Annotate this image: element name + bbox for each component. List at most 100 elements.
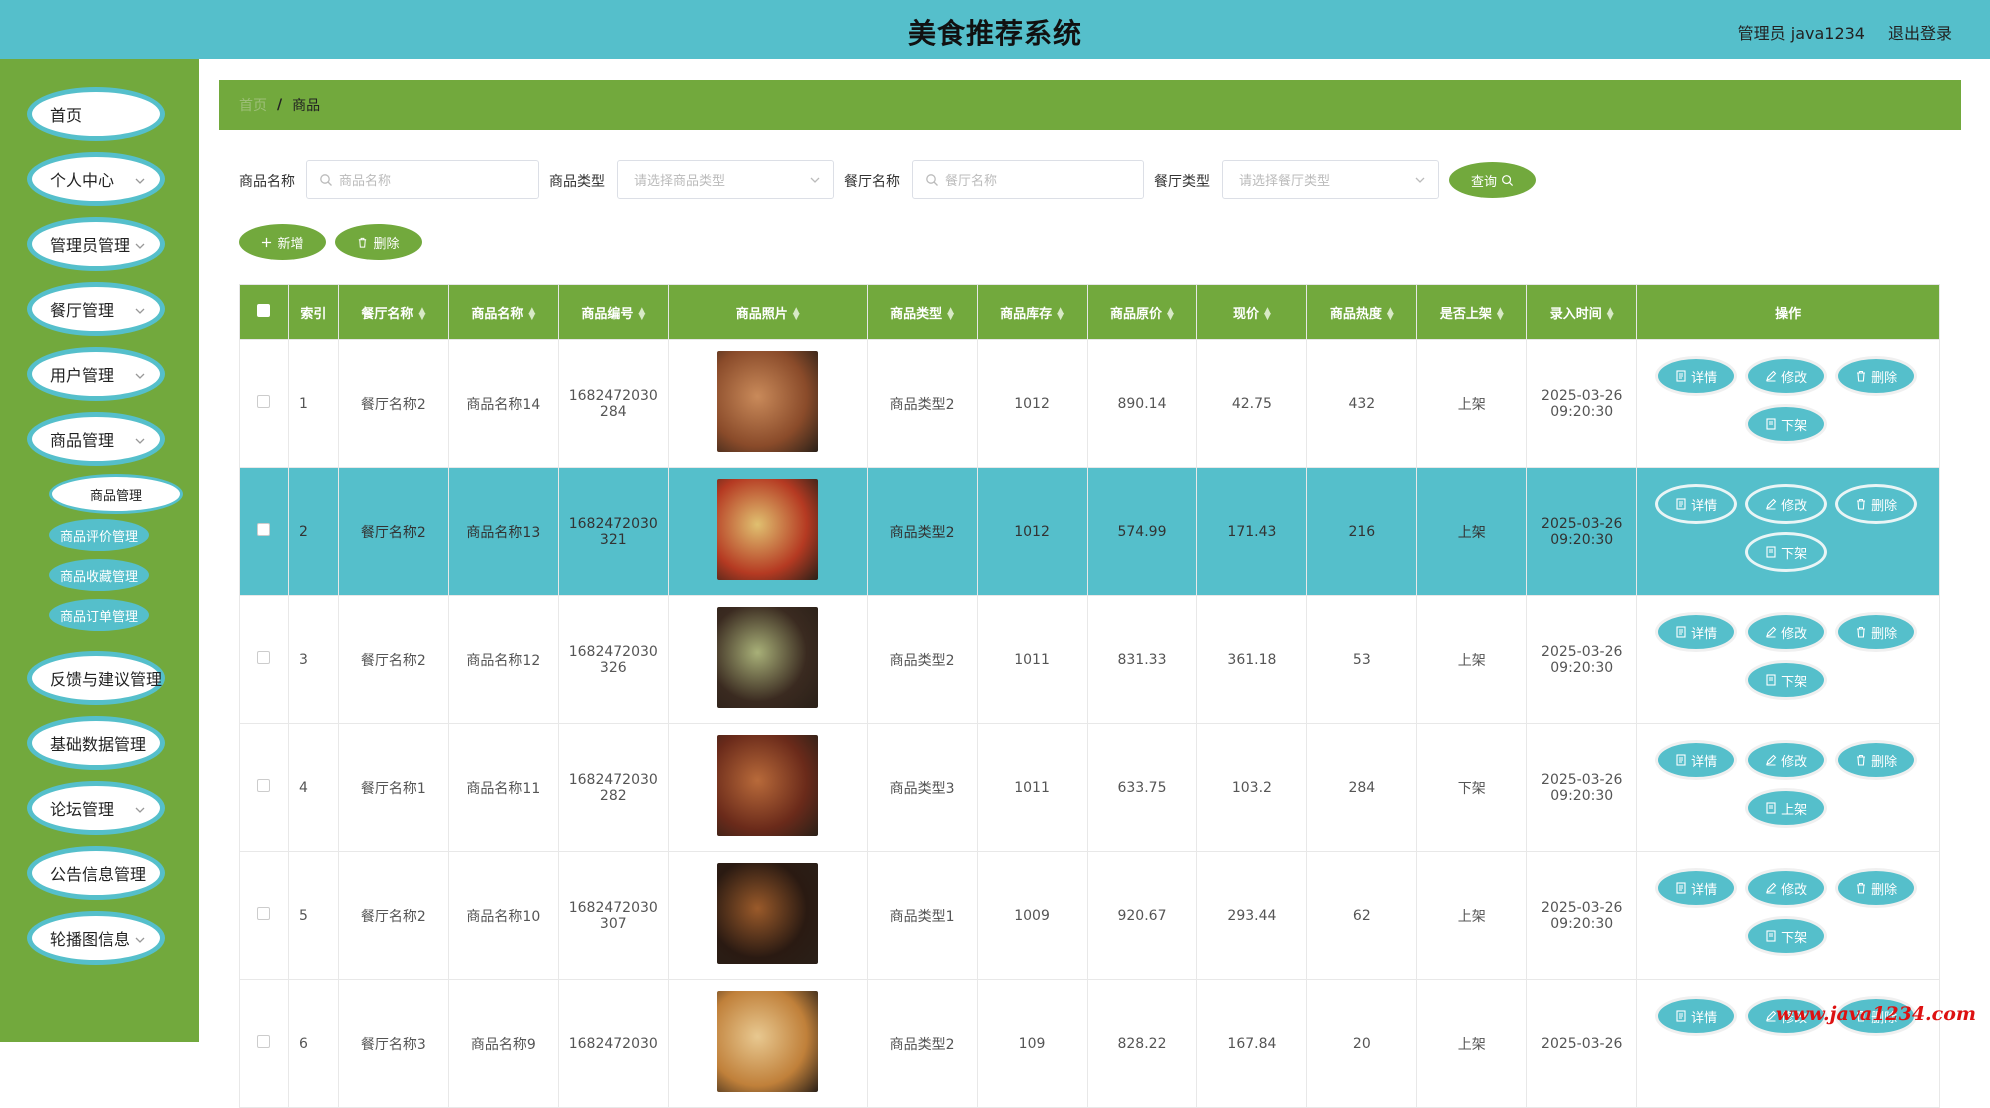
delete-button[interactable]: 删除: [1835, 356, 1918, 396]
sidebar-item-admin[interactable]: 管理员管理: [27, 217, 165, 271]
row-select-cell[interactable]: [239, 851, 289, 980]
delete-button[interactable]: 删除: [1835, 740, 1918, 780]
table-row[interactable]: 6 餐厅名称3 商品名称9 1682472030 商品类型2 109 828.22 167.8…: [239, 979, 1940, 1108]
cell-heat-text: 432: [1348, 395, 1376, 412]
sort-icon[interactable]: ▲ ▼: [1387, 307, 1394, 322]
cell-index-text: 4: [298, 779, 308, 796]
delete-button[interactable]: 删除: [1835, 612, 1918, 652]
goods-name-input[interactable]: 商品名称: [306, 160, 539, 199]
cell-price-text: 171.43: [1227, 523, 1277, 540]
sidebar-item-basic-data[interactable]: 基础数据管理: [27, 716, 165, 770]
detail-button[interactable]: 详情: [1655, 868, 1738, 908]
sidebar-item-notice[interactable]: 公告信息管理: [27, 846, 165, 900]
edit-button[interactable]: 修改: [1745, 612, 1828, 652]
cell-actions: 详情 修改 删除 上架: [1636, 723, 1940, 852]
detail-button-label: 详情: [1691, 1010, 1718, 1026]
row-select-cell[interactable]: [239, 979, 289, 1108]
col-header-created[interactable]: 录入时间 ▲ ▼: [1526, 284, 1638, 340]
sidebar-sub-goods-review[interactable]: 商品评价管理: [49, 519, 149, 551]
add-button[interactable]: 新增: [239, 224, 326, 260]
col-header-original-price[interactable]: 商品原价 ▲ ▼: [1086, 284, 1198, 340]
detail-button[interactable]: 详情: [1655, 484, 1738, 524]
row-checkbox[interactable]: [257, 651, 271, 664]
delete-button[interactable]: 删除: [1835, 484, 1918, 524]
col-header-heat[interactable]: 商品热度 ▲ ▼: [1306, 284, 1418, 340]
table-row[interactable]: 1 餐厅名称2 商品名称14 1682472030 284 商品类型2 1012 890.14…: [239, 339, 1940, 468]
sort-icon[interactable]: ▲ ▼: [528, 307, 535, 322]
listing-toggle-button[interactable]: 下架: [1745, 660, 1828, 700]
col-header-listed[interactable]: 是否上架 ▲ ▼: [1416, 284, 1528, 340]
table-row[interactable]: 5 餐厅名称2 商品名称10 1682472030 307 商品类型1 1009 920.67…: [239, 851, 1940, 980]
logout-link[interactable]: 退出登录: [1888, 20, 1952, 44]
batch-delete-button[interactable]: 删除: [335, 224, 422, 260]
row-select-cell[interactable]: [239, 595, 289, 724]
sidebar-sub-goods-favorite[interactable]: 商品收藏管理: [49, 559, 149, 591]
delete-button[interactable]: 删除: [1835, 868, 1918, 908]
sidebar-item-users[interactable]: 用户管理: [27, 347, 165, 401]
restaurant-name-input[interactable]: 餐厅名称: [912, 160, 1144, 199]
edit-icon: [1766, 626, 1777, 638]
row-checkbox[interactable]: [257, 907, 271, 920]
select-all-header[interactable]: [239, 284, 289, 340]
detail-button[interactable]: 详情: [1655, 996, 1738, 1036]
restaurant-type-select[interactable]: 请选择餐厅类型: [1222, 160, 1439, 199]
sidebar-item-home[interactable]: 首页: [27, 87, 165, 141]
row-select-cell[interactable]: [239, 339, 289, 468]
listing-toggle-button[interactable]: 下架: [1745, 404, 1828, 444]
sort-icon[interactable]: ▲ ▼: [1607, 307, 1614, 322]
col-header-goods-name[interactable]: 商品名称 ▲ ▼: [447, 284, 559, 340]
breadcrumb-home[interactable]: 首页: [239, 95, 267, 115]
sidebar-item-restaurant[interactable]: 餐厅管理: [27, 282, 165, 336]
sidebar-item-profile[interactable]: 个人中心: [27, 152, 165, 206]
row-select-cell[interactable]: [239, 723, 289, 852]
sort-icon[interactable]: ▲ ▼: [793, 307, 800, 322]
listing-toggle-button[interactable]: 上架: [1745, 788, 1828, 828]
listing-toggle-button[interactable]: 下架: [1745, 916, 1828, 956]
detail-button-label: 详情: [1691, 754, 1718, 770]
search-button[interactable]: 查询: [1449, 162, 1536, 198]
select-all-checkbox[interactable]: [257, 303, 271, 317]
table-row[interactable]: 3 餐厅名称2 商品名称12 1682472030 326 商品类型2 1011 831.33…: [239, 595, 1940, 724]
edit-button[interactable]: 修改: [1745, 356, 1828, 396]
sort-icon[interactable]: ▲ ▼: [638, 307, 645, 322]
sidebar-item-forum[interactable]: 论坛管理: [27, 781, 165, 835]
sort-icon[interactable]: ▲ ▼: [1057, 307, 1064, 322]
sidebar-sub-goods-order[interactable]: 商品订单管理: [49, 599, 149, 631]
detail-button[interactable]: 详情: [1655, 356, 1738, 396]
detail-button-label: 详情: [1691, 498, 1718, 514]
cell-goods-type: 商品类型2: [866, 339, 978, 468]
sort-icon[interactable]: ▲ ▼: [1497, 307, 1504, 322]
row-checkbox[interactable]: [257, 779, 271, 792]
breadcrumb-current: 商品: [292, 98, 321, 114]
col-header-stock[interactable]: 商品库存 ▲ ▼: [976, 284, 1088, 340]
row-select-cell[interactable]: [239, 467, 289, 596]
detail-button[interactable]: 详情: [1655, 612, 1738, 652]
sidebar-item-feedback[interactable]: 反馈与建议管理: [27, 651, 165, 705]
col-header-goods-code[interactable]: 商品编号 ▲ ▼: [557, 284, 669, 340]
sidebar-item-carousel[interactable]: 轮播图信息: [27, 911, 165, 965]
sort-icon[interactable]: ▲ ▼: [418, 307, 425, 322]
row-checkbox[interactable]: [257, 523, 271, 536]
edit-button[interactable]: 修改: [1745, 740, 1828, 780]
cell-created-date: 2025-03-26: [1541, 515, 1623, 532]
sort-icon[interactable]: ▲ ▼: [1167, 307, 1174, 322]
col-header-goods-photo[interactable]: 商品照片 ▲ ▼: [667, 284, 868, 340]
table-row[interactable]: 2 餐厅名称2 商品名称13 1682472030 321 商品类型2 1012 574.99…: [239, 467, 1940, 596]
detail-button[interactable]: 详情: [1655, 740, 1738, 780]
sidebar-sub-goods[interactable]: 商品管理: [49, 474, 183, 514]
sort-icon[interactable]: ▲ ▼: [947, 307, 954, 322]
cell-restaurant-text: 餐厅名称2: [360, 652, 426, 669]
row-checkbox[interactable]: [257, 395, 271, 408]
goods-type-select[interactable]: 请选择商品类型: [617, 160, 834, 199]
sidebar-item-goods[interactable]: 商品管理: [27, 412, 165, 466]
cell-goods-code: 1682472030: [557, 979, 669, 1108]
cell-listed: 上架: [1416, 979, 1528, 1108]
sort-icon[interactable]: ▲ ▼: [1264, 307, 1271, 322]
col-header-restaurant[interactable]: 餐厅名称 ▲ ▼: [337, 284, 449, 340]
listing-toggle-button[interactable]: 下架: [1745, 532, 1828, 572]
edit-button[interactable]: 修改: [1745, 868, 1828, 908]
edit-button[interactable]: 修改: [1745, 484, 1828, 524]
col-header-price[interactable]: 现价 ▲ ▼: [1196, 284, 1308, 340]
col-header-goods-type[interactable]: 商品类型 ▲ ▼: [866, 284, 978, 340]
table-row[interactable]: 4 餐厅名称1 商品名称11 1682472030 282 商品类型3 1011 633.75…: [239, 723, 1940, 852]
